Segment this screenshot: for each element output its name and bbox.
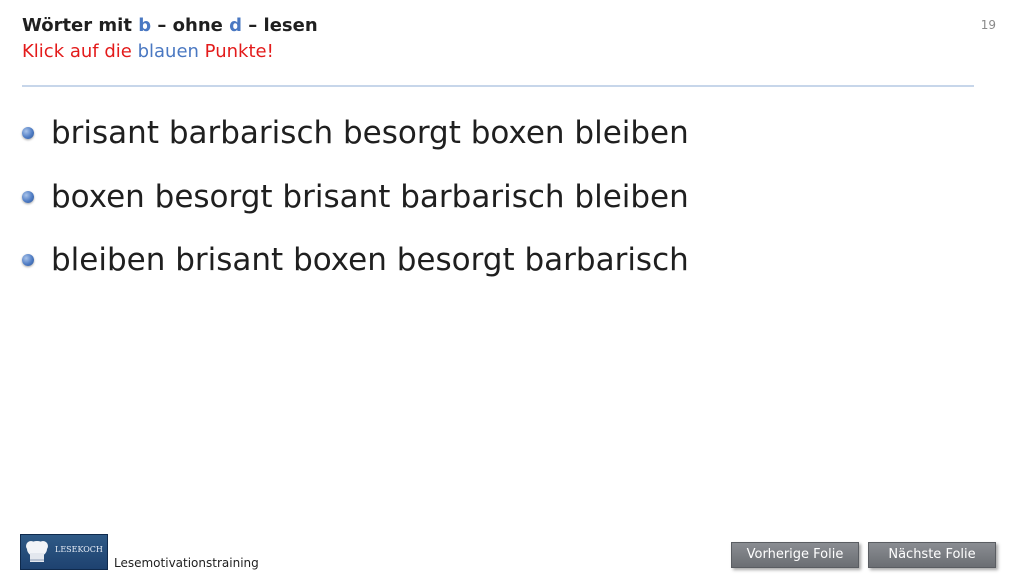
- title-letter-d: d: [229, 15, 243, 36]
- previous-slide-button[interactable]: Vorherige Folie: [731, 542, 859, 568]
- title-suffix: – lesen: [242, 15, 318, 36]
- slide-number: 19: [980, 18, 996, 32]
- footer-label: Lesemotivationstraining: [114, 556, 259, 570]
- title-prefix: Wörter mit: [22, 15, 139, 36]
- blue-dot-icon[interactable]: [22, 254, 34, 266]
- bullet-item-3[interactable]: bleiben brisant boxen besorgt barbarisch: [22, 240, 689, 280]
- bullet-text: boxen besorgt brisant barbarisch bleiben: [51, 179, 689, 215]
- instruction-blue: blauen: [137, 41, 199, 62]
- slide: Wörter mit b – ohne d – lesen Klick auf …: [0, 0, 1024, 576]
- bullet-text: bleiben brisant boxen besorgt barbarisch: [51, 242, 689, 278]
- logo-text: LESEKOCH: [55, 545, 103, 554]
- instruction: Klick auf die blauen Punkte!: [22, 40, 274, 64]
- instruction-suffix: Punkte!: [198, 41, 274, 62]
- title-letter-b: b: [138, 15, 152, 36]
- bullet-item-2[interactable]: boxen besorgt brisant barbarisch bleiben: [22, 177, 689, 217]
- instruction-prefix: Klick auf die: [22, 41, 138, 62]
- lesekoch-logo: LESEKOCH: [20, 534, 108, 570]
- blue-dot-icon[interactable]: [22, 191, 34, 203]
- slide-title: Wörter mit b – ohne d – lesen: [22, 14, 318, 38]
- title-mid: – ohne: [151, 15, 230, 36]
- bullet-item-1[interactable]: brisant barbarisch besorgt boxen bleiben: [22, 113, 689, 153]
- bullet-text: brisant barbarisch besorgt boxen bleiben: [51, 115, 689, 151]
- blue-dot-icon[interactable]: [22, 127, 34, 139]
- next-slide-button[interactable]: Nächste Folie: [868, 542, 996, 568]
- header-divider: [22, 85, 974, 87]
